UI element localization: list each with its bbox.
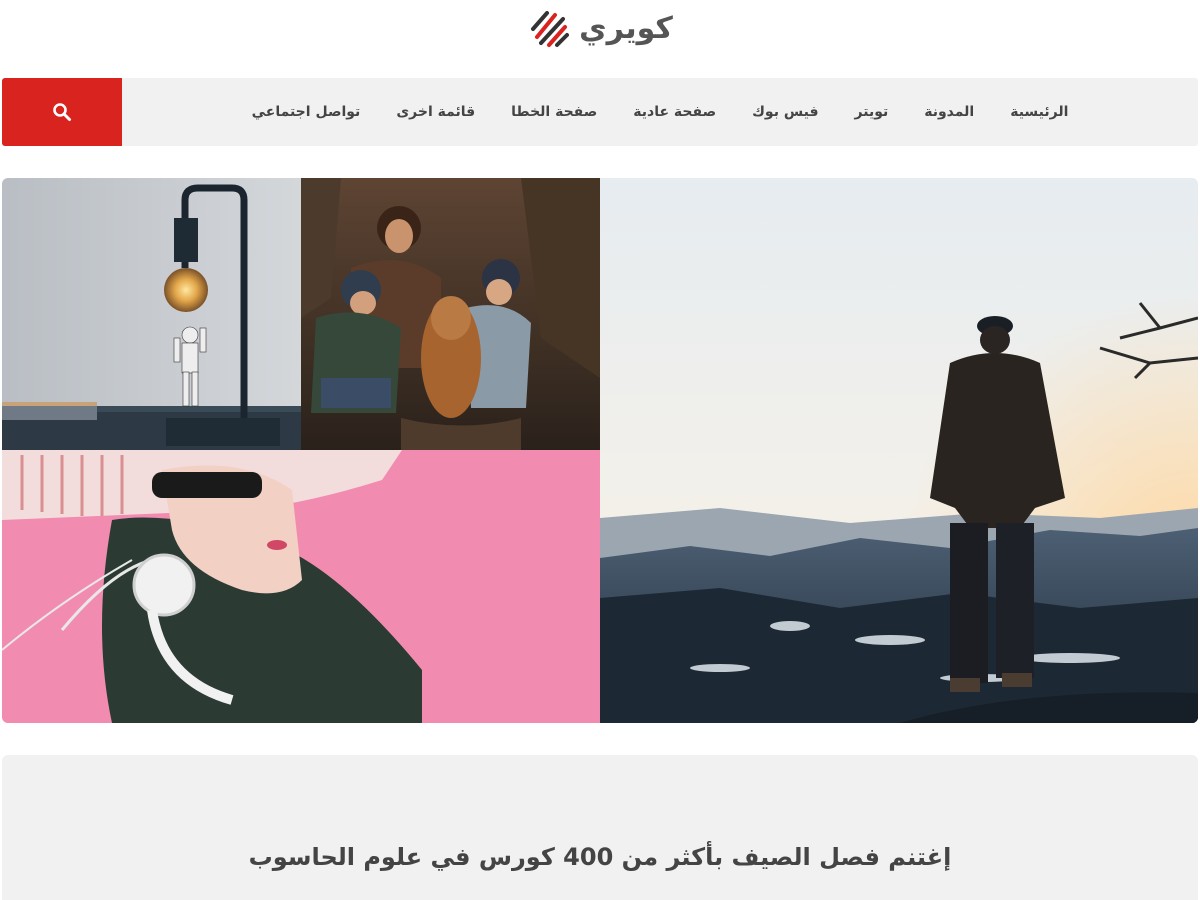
nav-item-twitter[interactable]: تويتر	[855, 104, 889, 120]
promo-title[interactable]: إغتنم فصل الصيف بأكثر من 400 كورس في علو…	[2, 843, 1198, 871]
lamp-photo[interactable]	[2, 178, 301, 450]
site-logo[interactable]: كويري	[0, 4, 1200, 52]
search-button[interactable]	[2, 78, 122, 146]
nav-menu: الرئيسية المدونة تويتر فيس بوك صفحة عادي…	[122, 78, 1198, 146]
nav-item-social[interactable]: تواصل اجتماعي	[252, 104, 361, 120]
nav-item-other-menu[interactable]: قائمة اخرى	[396, 104, 475, 120]
nav-item-facebook[interactable]: فيس بوك	[752, 104, 818, 120]
nav-item-error-page[interactable]: صفحة الخطا	[511, 104, 597, 120]
family-dog-photo[interactable]	[301, 178, 600, 450]
mountain-man-photo[interactable]	[600, 178, 1198, 723]
promo-banner: إغتنم فصل الصيف بأكثر من 400 كورس في علو…	[2, 755, 1198, 900]
logo-text: كويري	[579, 10, 673, 46]
search-icon	[53, 103, 71, 121]
logo-mark-icon	[531, 11, 570, 47]
nav-item-blog[interactable]: المدونة	[924, 104, 974, 120]
featured-mosaic	[2, 178, 1198, 723]
headphones-girl-photo[interactable]	[2, 450, 600, 723]
nav-item-home[interactable]: الرئيسية	[1010, 104, 1068, 120]
nav-item-normal-page[interactable]: صفحة عادية	[633, 104, 716, 120]
main-navbar: الرئيسية المدونة تويتر فيس بوك صفحة عادي…	[2, 78, 1198, 146]
